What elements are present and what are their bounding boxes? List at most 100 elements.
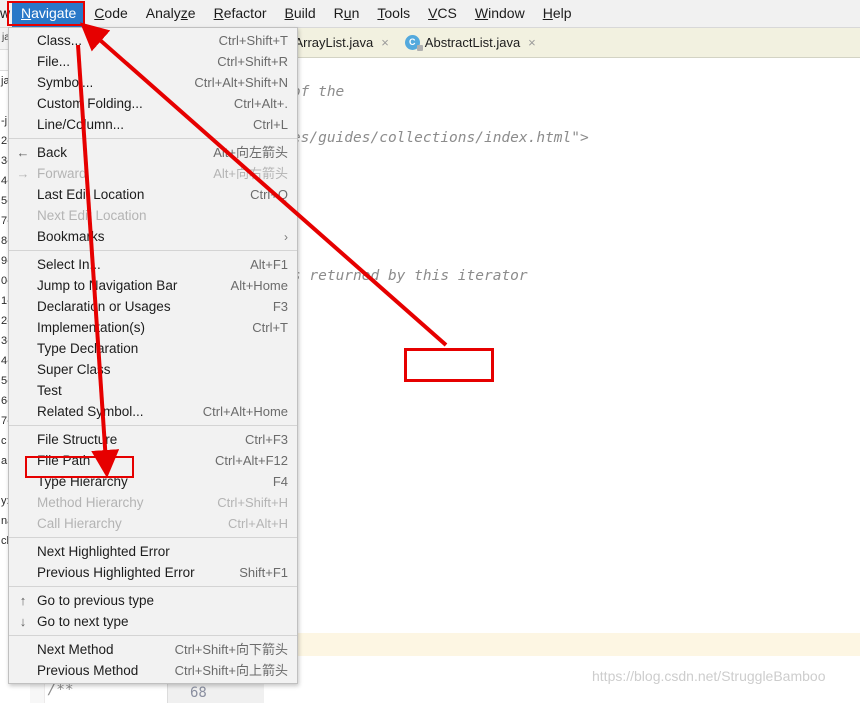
close-icon[interactable]: ×	[528, 36, 536, 49]
menu-item-label: File Structure	[37, 432, 118, 447]
arrow-down-icon: ↓	[19, 614, 27, 629]
menu-bar: w Navigate Code Analyze Refactor Build R…	[0, 0, 860, 28]
editor-tab-label: AbstractList.java	[424, 34, 521, 50]
menu-item-shortcut: Ctrl+T	[252, 320, 288, 335]
menu-item-run[interactable]: Run	[325, 1, 369, 27]
menu-item-label: Go to next type	[37, 614, 129, 629]
editor-tab-label: ArrayList.java	[294, 34, 374, 50]
menu-item-navigate[interactable]: Navigate	[12, 0, 86, 27]
menu-item-previous-method[interactable]: Previous Method Ctrl+Shift+向上箭头	[9, 660, 297, 681]
menu-item-shortcut: Ctrl+Shift+H	[217, 495, 288, 510]
menu-item-label: Next Edit Location	[37, 208, 147, 223]
menu-separator	[9, 250, 297, 251]
menu-item-implementation-s[interactable]: Implementation(s) Ctrl+T	[9, 317, 297, 338]
menu-item-back[interactable]: ← Back Alt+向左箭头	[9, 142, 297, 163]
menu-item-shortcut: Alt+Home	[230, 278, 288, 293]
menu-item-go-to-next-type[interactable]: ↓ Go to next type	[9, 611, 297, 632]
chevron-right-icon: ›	[284, 229, 288, 244]
menu-item-label: Select In...	[37, 257, 101, 272]
menu-item-label: File Path	[37, 453, 91, 468]
menu-item-shortcut: Ctrl+Alt+F12	[215, 453, 288, 468]
editor-tab-abstractlist[interactable]: C AbstractList.java ×	[396, 27, 543, 57]
menu-item-call-hierarchy: Call Hierarchy Ctrl+Alt+H	[9, 513, 297, 534]
menu-item-shortcut: F4	[272, 474, 288, 489]
menu-item-label: Test	[37, 383, 62, 398]
menu-item-previous-highlighted-error[interactable]: Previous Highlighted Error Shift+F1	[9, 562, 297, 583]
menu-item-shortcut: Ctrl+Shift+向上箭头	[174, 663, 288, 678]
menu-item-shortcut: Ctrl+Alt+Shift+N	[194, 75, 288, 90]
menu-item-symbol[interactable]: Symbol... Ctrl+Alt+Shift+N	[9, 72, 297, 93]
menu-item-label: Custom Folding...	[37, 96, 143, 111]
menu-item-declaration-or-usages[interactable]: Declaration or Usages F3	[9, 296, 297, 317]
menu-item-build[interactable]: Build	[276, 1, 325, 27]
menu-item-label: Forward	[37, 166, 87, 181]
menu-item-bookmarks[interactable]: Bookmarks ›	[9, 226, 297, 247]
menu-item-label: Type Declaration	[37, 341, 139, 356]
menu-item-shortcut: Ctrl+Shift+向下箭头	[174, 642, 288, 657]
menu-item-go-to-previous-type[interactable]: ↑ Go to previous type	[9, 590, 297, 611]
menu-item-label: Next Highlighted Error	[37, 544, 170, 559]
menu-item-shortcut: Ctrl+Shift+T	[218, 33, 288, 48]
menu-item-vcs[interactable]: VCS	[419, 1, 466, 27]
close-icon[interactable]: ×	[381, 36, 389, 49]
menu-separator	[9, 425, 297, 426]
line-number: 68	[190, 685, 207, 701]
menu-item-shortcut: Ctrl+F3	[245, 432, 288, 447]
menu-item-label: Type Hierarchy	[37, 474, 128, 489]
menu-item-label: File...	[37, 54, 71, 69]
menu-item-super-class[interactable]: Super Class	[9, 359, 297, 380]
menu-item-shortcut: Ctrl+Shift+R	[217, 54, 288, 69]
menu-item-related-symbol[interactable]: Related Symbol... Ctrl+Alt+Home	[9, 401, 297, 422]
menu-item-label: Method Hierarchy	[37, 495, 144, 510]
menu-item-label: Implementation(s)	[37, 320, 146, 335]
menu-item-label: Previous Method	[37, 663, 139, 678]
menu-separator	[9, 635, 297, 636]
menu-item-shortcut: Ctrl+Alt+H	[228, 516, 288, 531]
menu-item-next-method[interactable]: Next Method Ctrl+Shift+向下箭头	[9, 639, 297, 660]
menu-item-test[interactable]: Test	[9, 380, 297, 401]
menu-item-tools[interactable]: Tools	[368, 1, 419, 27]
menu-item-shortcut: Alt+向右箭头	[213, 166, 288, 181]
menu-item-last-edit-location[interactable]: Last Edit Location Ctrl+Q	[9, 184, 297, 205]
menu-item-shortcut: Ctrl+Alt+.	[233, 96, 288, 111]
menu-item-label: Previous Highlighted Error	[37, 565, 195, 580]
arrow-left-icon: ←	[16, 145, 30, 160]
menu-item-analyze[interactable]: Analyze	[137, 1, 205, 27]
menu-item-window[interactable]: Window	[466, 1, 534, 27]
menu-separator	[9, 138, 297, 139]
menu-item-label: Super Class	[37, 362, 111, 377]
menu-item-shortcut: F3	[272, 299, 288, 314]
menu-item-custom-folding[interactable]: Custom Folding... Ctrl+Alt+.	[9, 93, 297, 114]
menu-item-next-highlighted-error[interactable]: Next Highlighted Error	[9, 541, 297, 562]
menu-item-navigate-label-rest: avigate	[31, 4, 77, 21]
menu-item-code[interactable]: Code	[85, 1, 136, 27]
menu-item-jump-to-navigation-bar[interactable]: Jump to Navigation Bar Alt+Home	[9, 275, 297, 296]
menu-item-refactor[interactable]: Refactor	[205, 1, 276, 27]
menu-item-label: Call Hierarchy	[37, 516, 122, 531]
menu-item-label: Symbol...	[37, 75, 94, 90]
menu-item-label: Last Edit Location	[37, 187, 145, 202]
menu-item-class[interactable]: Class... Ctrl+Shift+T	[9, 30, 297, 51]
menu-item-label: Back	[37, 145, 68, 160]
ide-window: w Navigate Code Analyze Refactor Build R…	[0, 0, 860, 703]
menu-item-type-hierarchy[interactable]: Type Hierarchy F4	[9, 471, 297, 492]
menu-item-label: Line/Column...	[37, 117, 125, 132]
menu-item-next-edit-location: Next Edit Location	[9, 205, 297, 226]
menu-item-line-column[interactable]: Line/Column... Ctrl+L	[9, 114, 297, 135]
menu-item-label: Bookmarks	[37, 229, 105, 244]
menu-item-file[interactable]: File... Ctrl+Shift+R	[9, 51, 297, 72]
menu-item-type-declaration[interactable]: Type Declaration	[9, 338, 297, 359]
menu-item-shortcut: Ctrl+Q	[250, 187, 288, 202]
navigate-dropdown-menu[interactable]: Class... Ctrl+Shift+T File... Ctrl+Shift+R S…	[8, 27, 298, 684]
menu-item-help[interactable]: Help	[534, 1, 581, 27]
menu-item-label: Declaration or Usages	[37, 299, 171, 314]
menu-item-shortcut: Shift+F1	[239, 565, 288, 580]
menu-item-shortcut: Ctrl+L	[252, 117, 288, 132]
menu-item-file-path[interactable]: File Path Ctrl+Alt+F12	[9, 450, 297, 471]
menu-item-shortcut: Alt+向左箭头	[213, 145, 288, 160]
menu-item-select-in[interactable]: Select In... Alt+F1	[9, 254, 297, 275]
menu-item-label: Related Symbol...	[37, 404, 144, 419]
menu-item-clipped[interactable]: w	[0, 1, 12, 27]
menu-item-file-structure[interactable]: File Structure Ctrl+F3	[9, 429, 297, 450]
arrow-up-icon: ↑	[19, 593, 27, 608]
